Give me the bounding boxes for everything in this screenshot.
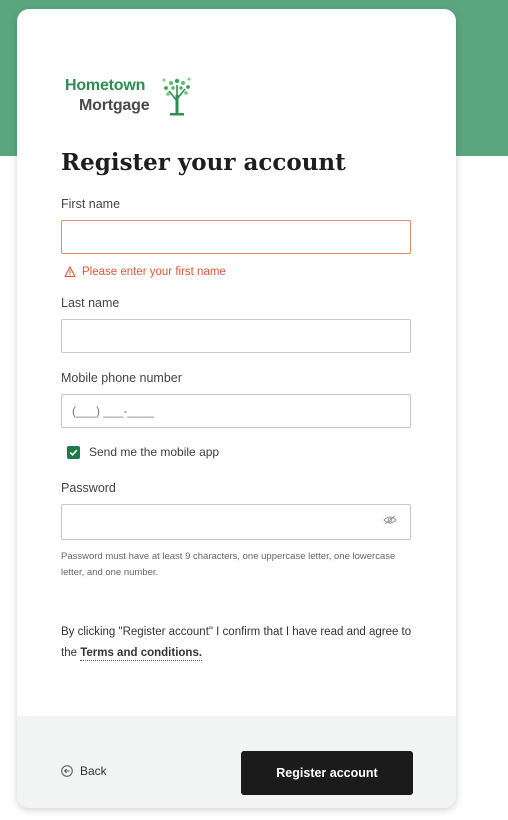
checkmark-icon: [69, 449, 78, 456]
form-footer: Back Register account: [17, 716, 456, 808]
terms-consent: By clicking "Register account" I confirm…: [61, 622, 421, 664]
back-label: Back: [80, 764, 107, 778]
terms-link[interactable]: Terms and conditions.: [80, 647, 203, 661]
last-name-input[interactable]: [61, 319, 411, 353]
first-name-input[interactable]: [61, 220, 411, 254]
back-button[interactable]: Back: [61, 764, 107, 778]
registration-card: Hometown Mortgage Register your account: [17, 9, 456, 808]
logo-text-line2: Mortgage: [79, 97, 150, 114]
password-input[interactable]: [61, 504, 411, 540]
page-title: Register your account: [61, 149, 346, 176]
first-name-error: Please enter your first name: [64, 264, 226, 280]
mobile-app-checkbox[interactable]: [67, 445, 80, 459]
first-name-label: First name: [61, 197, 121, 211]
last-name-label: Last name: [61, 296, 120, 310]
mobile-app-option[interactable]: Send me the mobile app: [67, 444, 219, 460]
eye-icon[interactable]: [383, 515, 397, 525]
logo: Hometown Mortgage: [65, 75, 205, 125]
first-name-error-text: Please enter your first name: [82, 266, 226, 278]
tree-icon: [162, 77, 191, 116]
page: Hometown Mortgage Register your account: [0, 0, 508, 820]
back-arrow-icon: [61, 765, 73, 777]
password-field: [61, 504, 411, 540]
register-account-button[interactable]: Register account: [241, 751, 413, 795]
logo-text-line1: Hometown: [65, 77, 146, 94]
password-hint: Password must have at least 9 characters…: [61, 551, 396, 578]
password-label: Password: [61, 481, 116, 495]
phone-input[interactable]: [61, 394, 411, 428]
phone-label: Mobile phone number: [61, 371, 182, 385]
warning-icon: [64, 266, 76, 278]
mobile-app-label: Send me the mobile app: [89, 445, 220, 459]
